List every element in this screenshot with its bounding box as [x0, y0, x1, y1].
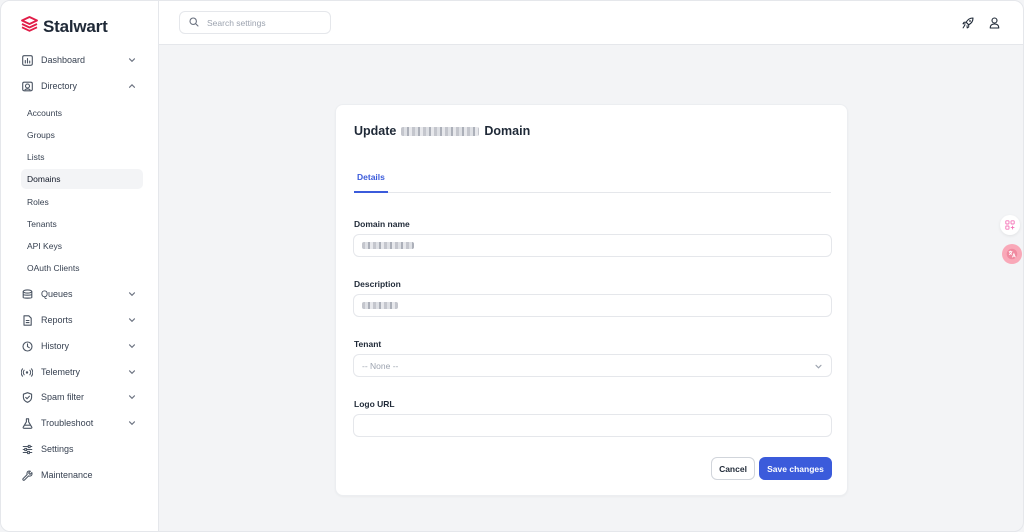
top-bar [159, 1, 1023, 45]
sidebar-subitem-label: Tenants [27, 219, 57, 229]
sidebar-subitem-tenants[interactable]: Tenants [21, 214, 143, 234]
logo-url-field[interactable] [353, 414, 832, 437]
title-prefix: Update [354, 124, 397, 138]
apps-icon[interactable] [1000, 215, 1020, 235]
description-label: Description [354, 279, 401, 289]
tenant-select[interactable]: -- None -- [353, 354, 832, 377]
sidebar-item-label: Directory [41, 81, 78, 91]
sidebar-subitem-api-keys[interactable]: API Keys [21, 236, 143, 256]
sidebar: Stalwart Dashboard Directory Accounts Gr… [1, 1, 159, 531]
chevron-up-icon [127, 81, 137, 91]
redacted-description-value [362, 302, 398, 309]
sidebar-item-troubleshoot[interactable]: Troubleshoot [13, 411, 147, 435]
sidebar-item-spam-filter[interactable]: Spam filter [13, 385, 147, 409]
sidebar-item-settings[interactable]: Settings [13, 437, 147, 461]
sidebar-subitem-label: Roles [27, 197, 49, 207]
sidebar-item-label: Reports [41, 315, 73, 325]
sidebar-subitem-label: Lists [27, 152, 45, 162]
sidebar-item-label: Telemetry [41, 367, 81, 377]
sidebar-item-reports[interactable]: Reports [13, 308, 147, 332]
chevron-down-icon [127, 341, 137, 351]
sidebar-subitem-label: API Keys [27, 241, 62, 251]
brand-logo[interactable]: Stalwart [21, 16, 108, 37]
brand-name: Stalwart [43, 16, 108, 36]
sidebar-item-label: Maintenance [41, 470, 93, 480]
sidebar-item-label: History [41, 341, 70, 351]
sidebar-subitem-groups[interactable]: Groups [21, 125, 143, 145]
description-field[interactable] [353, 294, 832, 317]
page-title: Update Domain [354, 124, 530, 138]
chevron-down-icon [814, 362, 823, 371]
flask-icon [21, 417, 33, 429]
stalwart-logo-icon [21, 16, 38, 37]
sidebar-subitem-label: Groups [27, 130, 55, 140]
domain-name-label: Domain name [354, 219, 410, 229]
sidebar-item-dashboard[interactable]: Dashboard [13, 48, 147, 72]
shield-icon [21, 391, 33, 403]
sidebar-subitem-roles[interactable]: Roles [21, 192, 143, 212]
tenant-label: Tenant [354, 339, 382, 349]
chevron-down-icon [127, 392, 137, 402]
sidebar-item-telemetry[interactable]: Telemetry [13, 360, 147, 384]
sidebar-subitem-lists[interactable]: Lists [21, 147, 143, 167]
sidebar-subitem-accounts[interactable]: Accounts [21, 103, 143, 123]
sidebar-item-queues[interactable]: Queues [13, 282, 147, 306]
chevron-down-icon [127, 55, 137, 65]
cancel-button[interactable]: Cancel [711, 457, 755, 480]
dashboard-icon [21, 54, 33, 66]
reports-icon [21, 314, 33, 326]
sidebar-item-label: Spam filter [41, 392, 85, 402]
sidebar-item-label: Queues [41, 289, 73, 299]
domain-name-field[interactable] [353, 234, 832, 257]
search-input[interactable] [207, 17, 322, 28]
rocket-icon[interactable] [961, 16, 975, 30]
sliders-icon [21, 443, 33, 455]
tab-details[interactable]: Details [354, 163, 388, 193]
redacted-domain-value [362, 242, 414, 249]
sidebar-item-label: Settings [41, 444, 74, 454]
title-suffix: Domain [484, 124, 531, 138]
sidebar-subitem-domains[interactable]: Domains [21, 169, 143, 189]
sidebar-subitem-label: Accounts [27, 108, 62, 118]
sidebar-item-maintenance[interactable]: Maintenance [13, 463, 147, 487]
search-box[interactable] [179, 11, 331, 34]
tenant-selected-value: -- None -- [362, 360, 399, 371]
wrench-icon [21, 469, 33, 481]
redacted-domain-name [401, 126, 480, 136]
search-icon [189, 14, 199, 32]
telemetry-icon [21, 366, 33, 378]
sidebar-subitem-label: Domains [27, 174, 61, 184]
chevron-down-icon [127, 418, 137, 428]
chevron-down-icon [127, 315, 137, 325]
directory-icon [21, 80, 33, 92]
history-icon [21, 340, 33, 352]
sidebar-subitem-oauth-clients[interactable]: OAuth Clients [21, 258, 143, 278]
app-window: Stalwart Dashboard Directory Accounts Gr… [0, 0, 1024, 532]
chevron-down-icon [127, 367, 137, 377]
chevron-down-icon [127, 289, 137, 299]
update-domain-card: Update Domain Details Domain name Descri… [335, 104, 848, 496]
sidebar-item-directory[interactable]: Directory [13, 74, 147, 98]
sidebar-subitem-label: OAuth Clients [27, 263, 80, 273]
queues-icon [21, 288, 33, 300]
save-changes-button[interactable]: Save changes [759, 457, 832, 480]
logo-url-label: Logo URL [354, 399, 395, 409]
tab-bar: Details [354, 163, 831, 193]
sidebar-item-label: Troubleshoot [41, 418, 94, 428]
sidebar-item-label: Dashboard [41, 55, 86, 65]
sidebar-item-history[interactable]: History [13, 334, 147, 358]
user-icon[interactable] [987, 16, 1001, 30]
translate-icon[interactable] [1002, 244, 1022, 264]
